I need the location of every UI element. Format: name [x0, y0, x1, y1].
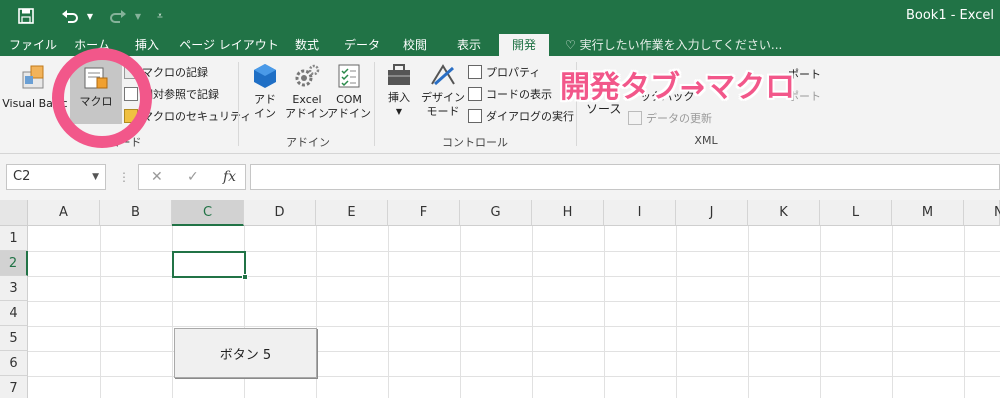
tab-view[interactable]: 表示: [446, 34, 492, 56]
addins-button[interactable]: アド イン: [246, 62, 284, 121]
properties-button[interactable]: プロパティ: [468, 62, 540, 82]
column-header[interactable]: G: [460, 200, 532, 226]
view-code-button[interactable]: コードの表示: [468, 84, 552, 104]
column-header[interactable]: B: [100, 200, 172, 226]
annotation-caption: 開発タブ→マクロ: [560, 70, 796, 105]
toolbox-icon: [388, 64, 410, 85]
insert-control-button[interactable]: 挿入 ▼: [380, 62, 418, 119]
run-dialog-icon: [468, 109, 482, 123]
chevron-down-icon[interactable]: ▼: [92, 165, 99, 189]
fill-handle[interactable]: [242, 274, 248, 280]
tab-data[interactable]: データ: [334, 34, 390, 56]
undo-dropdown-icon[interactable]: ▼: [84, 5, 96, 27]
column-header[interactable]: H: [532, 200, 604, 226]
xml-group-label: XML: [694, 134, 718, 147]
enter-icon[interactable]: ✓: [187, 169, 199, 185]
refresh-icon: [628, 111, 642, 125]
refresh-data-button[interactable]: データの更新: [628, 108, 712, 128]
select-all-corner[interactable]: [0, 200, 28, 226]
cancel-icon[interactable]: ✕: [151, 169, 163, 185]
redo-dropdown-icon[interactable]: ▼: [132, 5, 144, 27]
excel-addins-label: Excel アドイン: [285, 93, 329, 120]
grid-line: [28, 301, 1000, 302]
design-mode-button[interactable]: デザイン モード: [420, 62, 466, 119]
run-dialog-label: ダイアログの実行: [486, 110, 574, 123]
controls-group-label: コントロール: [442, 136, 508, 149]
com-addins-button[interactable]: COM アドイン: [327, 62, 371, 121]
relative-reference-label: 相対参照で記録: [142, 88, 219, 101]
grid-line: [28, 326, 1000, 327]
column-header[interactable]: J: [676, 200, 748, 226]
column-header[interactable]: L: [820, 200, 892, 226]
tab-file[interactable]: ファイル: [4, 34, 62, 56]
row-header[interactable]: 3: [0, 276, 28, 301]
excel-addins-button[interactable]: Excel アドイン: [285, 62, 329, 121]
redo-icon[interactable]: [106, 5, 130, 27]
row-header[interactable]: 7: [0, 376, 28, 398]
sheet-form-button[interactable]: ボタン 5: [174, 328, 317, 378]
column-header[interactable]: A: [28, 200, 100, 226]
run-dialog-button[interactable]: ダイアログの実行: [468, 106, 574, 126]
column-header-selected[interactable]: C: [172, 200, 244, 226]
tab-page-layout[interactable]: ページ レイアウト: [178, 34, 280, 56]
row-header[interactable]: 1: [0, 226, 28, 251]
column-header[interactable]: M: [892, 200, 964, 226]
properties-icon: [468, 65, 482, 79]
column-header[interactable]: D: [244, 200, 316, 226]
insert-function-icon[interactable]: fx: [223, 169, 236, 185]
visual-basic-icon: [22, 65, 44, 89]
record-macro-label: マクロの記録: [142, 66, 208, 79]
name-box[interactable]: C2 ▼: [6, 164, 106, 190]
row-header-selected[interactable]: 2: [0, 251, 28, 276]
insert-control-label: 挿入: [388, 91, 410, 104]
view-code-label: コードの表示: [486, 88, 552, 101]
ribbon-tabs: ファイル ホーム 挿入 ページ レイアウト 数式 データ 校閲 表示 開発 ♡ …: [0, 34, 1000, 56]
highlight-circle: [52, 48, 152, 148]
row-header[interactable]: 5: [0, 326, 28, 351]
addins-group-label: アドイン: [286, 136, 330, 149]
tab-developer[interactable]: 開発: [499, 34, 549, 56]
design-mode-label: デザイン モード: [421, 91, 465, 118]
column-header[interactable]: E: [316, 200, 388, 226]
properties-label: プロパティ: [486, 66, 541, 79]
window-title: Book1 - Excel: [905, 8, 994, 23]
undo-icon[interactable]: [58, 5, 82, 27]
customize-qat-icon[interactable]: ⩡: [152, 5, 168, 27]
tab-review[interactable]: 校閲: [392, 34, 438, 56]
formula-bar: C2 ▼ ⋮ ✕ ✓ fx: [0, 154, 1000, 200]
name-box-value: C2: [13, 169, 31, 184]
tell-me-box[interactable]: ♡ 実行したい作業を入力してください...: [565, 34, 782, 56]
more-icon: ⋮: [118, 170, 130, 184]
column-header[interactable]: N: [964, 200, 1000, 226]
macro-security-label: マクロのセキュリティ: [142, 110, 252, 123]
tell-me-text: 実行したい作業を入力してください...: [579, 38, 783, 52]
com-addins-label: COM アドイン: [327, 93, 371, 120]
group-separator: [374, 62, 375, 146]
formula-input[interactable]: [250, 164, 1000, 190]
column-header[interactable]: F: [388, 200, 460, 226]
com-addins-icon: [338, 64, 360, 88]
view-code-icon: [468, 87, 482, 101]
title-bar: ▼ ▼ ⩡ Book1 - Excel: [0, 0, 1000, 34]
save-icon[interactable]: [14, 5, 38, 27]
tab-insert[interactable]: 挿入: [124, 34, 170, 56]
addins-icon: [254, 64, 276, 88]
refresh-data-label: データの更新: [646, 112, 712, 125]
worksheet-grid[interactable]: A B C D E F G H I J K L M N 1 2 3 4 5 6 …: [0, 200, 1000, 398]
lightbulb-icon: ♡: [565, 38, 576, 52]
design-mode-icon: [431, 64, 455, 86]
column-header[interactable]: I: [604, 200, 676, 226]
gear-icon: [295, 64, 320, 87]
row-header[interactable]: 4: [0, 301, 28, 326]
column-header[interactable]: K: [748, 200, 820, 226]
row-header[interactable]: 6: [0, 351, 28, 376]
tab-formulas[interactable]: 数式: [284, 34, 330, 56]
insert-dropdown-icon: ▼: [395, 107, 403, 116]
active-cell-c2[interactable]: [172, 251, 246, 278]
addins-label: アド イン: [254, 93, 276, 120]
formula-buttons: ✕ ✓ fx: [138, 164, 246, 190]
group-separator: [238, 62, 239, 146]
